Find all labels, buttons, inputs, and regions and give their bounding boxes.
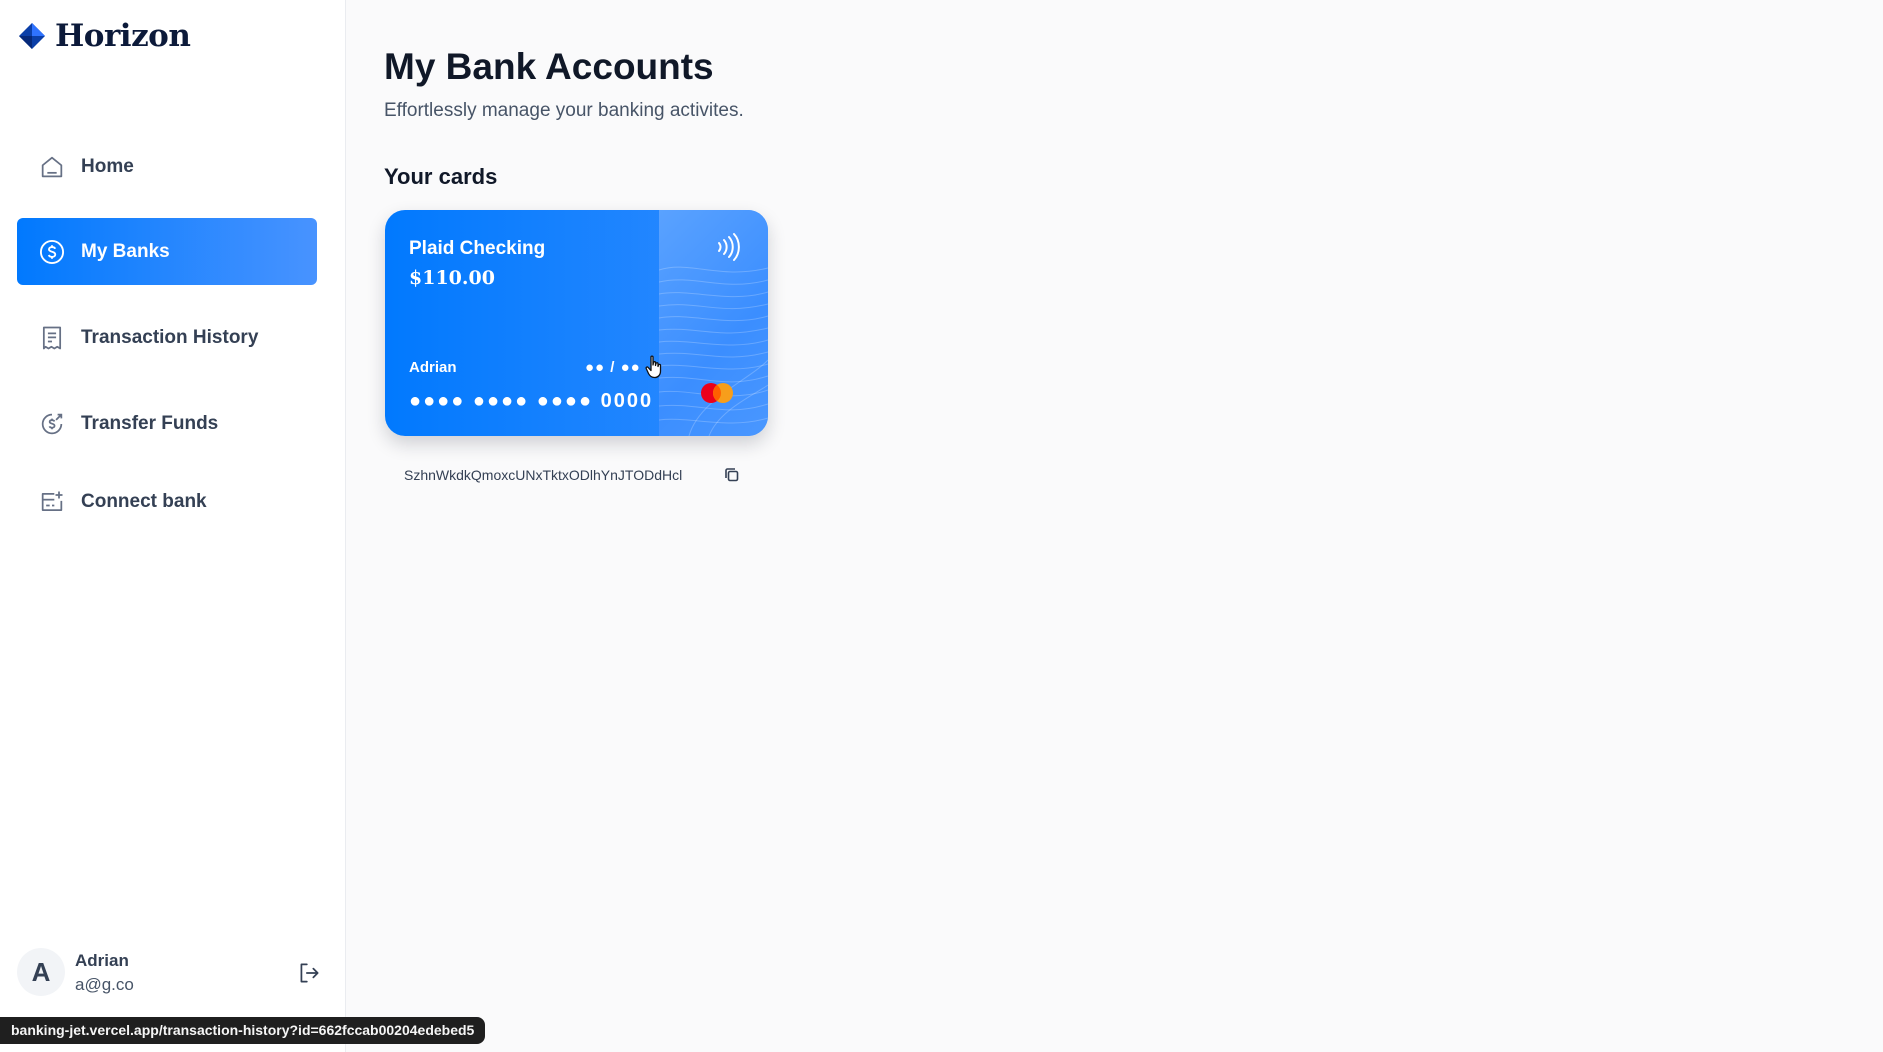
sidebar: Horizon Home My Banks Transaction Histor… <box>0 0 346 1052</box>
card-number: ●●●● ●●●● ●●●● 0000 <box>409 390 654 412</box>
card-balance: $110.00 <box>409 267 495 289</box>
page-subtitle: Effortlessly manage your banking activit… <box>384 100 744 121</box>
sidebar-item-label: Connect bank <box>81 490 207 512</box>
card-expiry: ●● / ●● <box>585 359 641 376</box>
home-icon <box>37 152 67 182</box>
dollar-circle-icon <box>37 237 67 267</box>
money-send-icon <box>37 409 67 439</box>
contactless-icon <box>718 233 740 261</box>
brand-name: Horizon <box>55 18 191 54</box>
copy-icon[interactable] <box>722 465 742 485</box>
sidebar-item-transaction-history[interactable]: Transaction History <box>17 304 317 371</box>
avatar: A <box>17 948 65 996</box>
link-preview-statusbar: banking-jet.vercel.app/transaction-histo… <box>0 1017 486 1044</box>
sidebar-item-connect-bank[interactable]: Connect bank <box>17 468 317 535</box>
section-title: Your cards <box>384 164 498 189</box>
sidebar-item-label: Home <box>81 155 134 177</box>
receipt-icon <box>37 323 67 353</box>
hand-pointer-cursor-icon <box>645 355 662 379</box>
sidebar-item-label: Transaction History <box>81 326 259 348</box>
card-holder-name: Adrian <box>409 359 457 376</box>
card-bank-name: Plaid Checking <box>409 238 546 259</box>
logout-icon[interactable] <box>296 960 322 986</box>
bank-card[interactable]: Plaid Checking $110.00 Adrian ●● / ●● ●●… <box>385 210 768 436</box>
brand[interactable]: Horizon <box>17 18 191 54</box>
mastercard-icon <box>701 383 733 403</box>
page-title: My Bank Accounts <box>384 46 714 87</box>
profile-name: Adrian <box>75 951 129 970</box>
sidebar-item-transfer-funds[interactable]: Transfer Funds <box>17 390 317 457</box>
connect-bank-icon <box>37 487 67 517</box>
user-profile: A Adrian a@g.co <box>17 948 322 1002</box>
sidebar-item-home[interactable]: Home <box>17 133 317 200</box>
app: Horizon Home My Banks Transaction Histor… <box>0 0 1883 1052</box>
account-shareable-id: SzhnWkdkQmoxcUNxTktxODlhYnJTODdHcl <box>404 467 683 483</box>
sidebar-item-label: My Banks <box>81 240 170 262</box>
sidebar-item-label: Transfer Funds <box>81 412 219 434</box>
horizon-logo-icon <box>19 23 45 49</box>
sidebar-item-my-banks[interactable]: My Banks <box>17 218 317 285</box>
profile-email: a@g.co <box>75 975 134 994</box>
